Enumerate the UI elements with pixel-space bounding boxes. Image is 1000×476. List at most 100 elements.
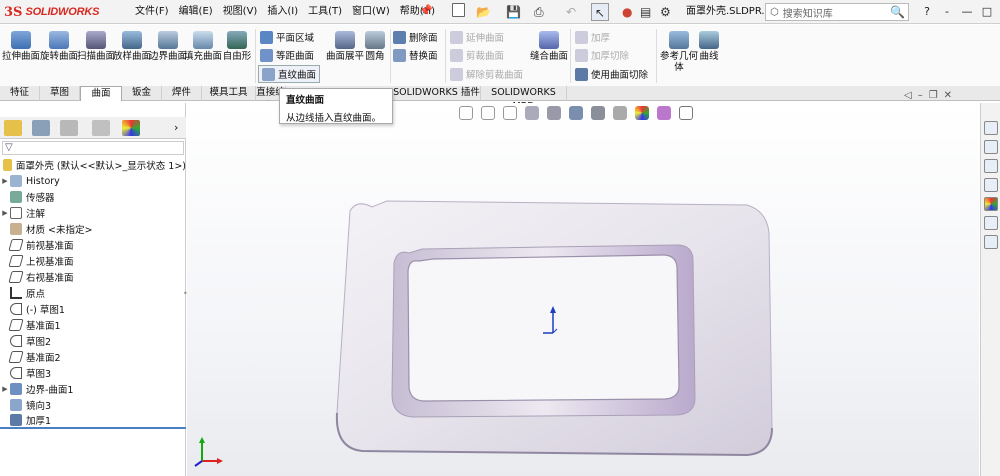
feature-manager-tab-icon[interactable] [4,120,22,136]
graphics-area[interactable] [187,103,979,476]
sketch-icon [10,367,22,379]
filled-surface-button[interactable]: 填充曲面 [184,31,222,62]
expand-arrow-icon[interactable]: ▶ [0,177,10,185]
design-library-icon[interactable] [984,140,998,154]
appearances-icon[interactable] [984,197,998,211]
tree-item[interactable]: 材质 <未指定> [0,221,186,237]
tree-root[interactable]: 面罩外壳 (默认<<默认>_显示状态 1>) [0,157,186,173]
solidworks-logo[interactable]: 3S SOLIDWORKS [4,3,124,21]
custom-properties-icon[interactable] [984,216,998,230]
view-palette-icon[interactable] [984,178,998,192]
tab-features[interactable]: 特征 [0,86,40,101]
minimize-button[interactable]: — [957,0,977,24]
tree-item[interactable]: 原点 [0,285,186,301]
new-document-icon[interactable] [452,3,465,21]
search-box[interactable]: ⬡ 搜索知识库 🔍 [765,3,909,21]
tree-item[interactable]: ▶ 边界-曲面1 [0,381,186,397]
thicken-icon [10,414,22,426]
menu-window[interactable]: 窗口(W) [347,0,395,24]
menu-file[interactable]: 文件(F) [130,0,174,24]
restore-document-icon[interactable]: ❐ [929,90,938,101]
maximize-button[interactable]: □ [977,0,997,24]
lofted-surface-button[interactable]: 放样曲面 [113,31,151,62]
tree-item[interactable]: ▶ History [0,173,186,189]
forum-icon[interactable] [984,235,998,249]
open-folder-icon[interactable]: 📂 [476,3,491,21]
tab-solidworks-mbd[interactable]: SOLIDWORKS MBD [481,86,567,112]
tab-surfaces[interactable]: 曲面 [80,86,122,101]
model-view[interactable] [187,103,979,476]
options-gear-icon[interactable]: ⚙ [660,3,671,21]
tree-item[interactable]: 草图3 [0,365,186,381]
home-icon[interactable] [984,121,998,135]
revolved-surface-button[interactable]: 旋转曲面 [40,31,78,62]
file-properties-icon[interactable]: ▤ [640,3,651,21]
filter-field[interactable]: ▽ [2,141,184,155]
tree-item[interactable]: 草图2 [0,333,186,349]
freeform-button[interactable]: 自由形 [218,31,256,62]
tab-mold-tools[interactable]: 模具工具 [202,86,256,101]
tree-item[interactable]: 基准面1 [0,317,186,333]
print-icon[interactable]: ⎙ [534,3,544,21]
swept-surface-button[interactable]: 扫描曲面 [77,31,115,62]
search-scope-icon[interactable]: ⬡ [770,7,779,18]
extend-surface-icon [450,30,463,44]
ruled-surface-button[interactable]: 直纹曲面 [258,65,321,83]
tree-item[interactable]: 上视基准面 [0,253,186,269]
knit-surface-button[interactable]: 缝合曲面 [530,31,568,62]
tab-sketch[interactable]: 草图 [40,86,80,101]
help-dropdown[interactable]: - [937,0,957,24]
help-button[interactable]: ? [917,0,937,24]
display-manager-tab-icon[interactable] [122,120,140,136]
file-explorer-icon[interactable] [984,159,998,173]
tree-item[interactable]: 基准面2 [0,349,186,365]
tree-item[interactable]: ▶ 注解 [0,205,186,221]
configuration-manager-tab-icon[interactable] [60,120,78,136]
pin-icon[interactable]: 📌 [419,4,433,17]
thicken-button[interactable]: 加厚 [575,28,610,46]
delete-face-button[interactable]: 删除面 [393,28,438,46]
undo-icon[interactable]: ↶ [566,3,576,21]
tree-item[interactable]: 前视基准面 [0,237,186,253]
part-icon [3,159,12,171]
search-input[interactable]: 搜索知识库 [783,5,890,20]
planar-surface-button[interactable]: 平面区域 [260,28,314,46]
replace-face-button[interactable]: 替换面 [393,46,438,64]
expand-arrow-icon[interactable]: ▶ [0,385,10,393]
tree-item[interactable]: 加厚1 [0,413,186,429]
curves-button[interactable]: 曲线 [690,31,728,62]
tree-item[interactable]: 传感器 [0,189,186,205]
untrim-surface-button[interactable]: 解除剪裁曲面 [450,65,523,83]
panel-chevron-right-icon[interactable]: › [174,121,178,134]
boundary-surface-button[interactable]: 边界曲面 [149,31,187,62]
menu-insert[interactable]: 插入(I) [262,0,303,24]
minimize-document-icon[interactable]: – [918,90,923,101]
search-icon[interactable]: 🔍 [890,5,905,19]
previous-tab-icon[interactable]: ◁ [904,90,912,101]
offset-surface-button[interactable]: 等距曲面 [260,46,314,64]
extruded-surface-button[interactable]: 拉伸曲面 [2,31,40,62]
dimxpert-manager-tab-icon[interactable] [92,120,110,136]
tab-weldments[interactable]: 焊件 [162,86,202,101]
material-icon [10,223,22,235]
property-manager-tab-icon[interactable] [32,120,50,136]
fillet-button[interactable]: 圆角 [356,31,394,62]
cut-with-surface-button[interactable]: 使用曲面切除 [575,65,648,83]
expand-arrow-icon[interactable]: ▶ [0,209,10,217]
tab-sheet-metal[interactable]: 钣金 [122,86,162,101]
trim-surface-button[interactable]: 剪裁曲面 [450,46,504,64]
tree-item[interactable]: 镜向3 [0,397,186,413]
close-document-icon[interactable]: ✕ [944,90,952,101]
tree-item[interactable]: (-) 草图1 [0,301,186,317]
tree-item[interactable]: 右视基准面 [0,269,186,285]
thickened-cut-button[interactable]: 加厚切除 [575,46,629,64]
menu-tools[interactable]: 工具(T) [303,0,347,24]
tab-solidworks-addins[interactable]: SOLIDWORKS 插件 [393,86,481,101]
save-icon[interactable]: 💾 [506,3,521,21]
menu-edit[interactable]: 编辑(E) [174,0,218,24]
rebuild-icon[interactable]: ● [622,3,632,21]
select-arrow-icon[interactable]: ↖ [591,3,609,21]
menu-view[interactable]: 视图(V) [218,0,263,24]
extend-surface-button[interactable]: 延伸曲面 [450,28,504,46]
menu-help[interactable]: 帮助(H) [395,0,440,24]
